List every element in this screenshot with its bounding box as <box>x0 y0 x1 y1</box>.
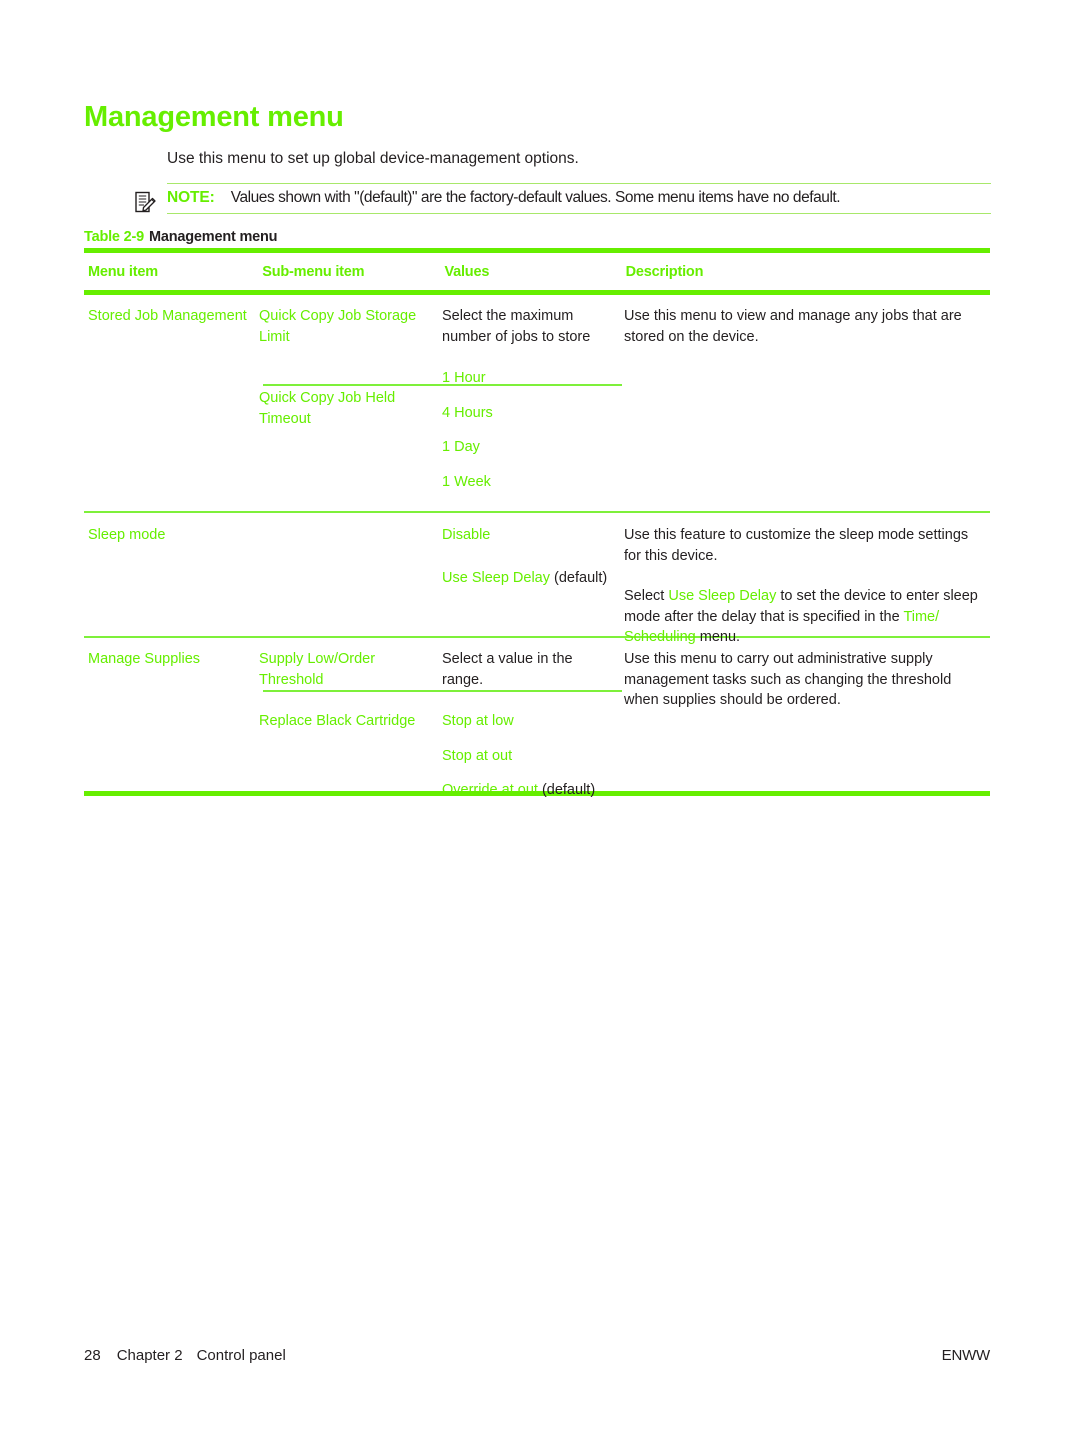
cell-menu-item: Stored Job Management <box>88 308 247 324</box>
value-text: Select a value in the range. <box>442 651 573 688</box>
description-paragraph: Use this feature to customize the sleep … <box>624 527 969 564</box>
value-text: Override at out <box>442 782 538 798</box>
cell-sub-menu-item-group <box>259 525 442 648</box>
sub-menu-item: Supply Low/Order Threshold <box>259 651 376 688</box>
table-row: Sleep mode Disable Use Sleep Delay (defa… <box>84 513 990 645</box>
cell-description: Use this feature to customize the sleep … <box>624 525 990 648</box>
column-header-values: Values <box>444 264 490 280</box>
value-text-group: Override at out (default) <box>442 780 614 801</box>
value-default-suffix: (default) <box>537 782 596 798</box>
value-text: Use Sleep Delay <box>442 569 550 586</box>
table-row: Stored Job Management Quick Copy Job Sto… <box>84 295 990 511</box>
column-header-sub-menu-item: Sub-menu item <box>262 264 365 280</box>
column-header-description: Description <box>625 264 704 280</box>
page-footer: 28 Chapter 2 Control panel ENWW <box>84 1347 990 1364</box>
management-menu-table: Menu item Sub-menu item Values Descripti… <box>84 248 990 798</box>
description-text: Select <box>624 588 669 604</box>
cell-sub-menu-item-group: Supply Low/Order Threshold Replace Black… <box>259 649 442 801</box>
intro-paragraph: Use this menu to set up global device-ma… <box>167 150 579 167</box>
sub-row-rule <box>263 384 622 386</box>
sub-menu-item: Replace Black Cartridge <box>259 713 416 729</box>
cell-menu-item: Sleep mode <box>88 527 166 543</box>
table-header-row: Menu item Sub-menu item Values Descripti… <box>84 253 990 290</box>
note-label: NOTE: <box>167 189 215 206</box>
cell-description: Use this menu to carry out administrativ… <box>624 651 952 708</box>
value-text: 4 Hours <box>442 404 493 421</box>
table-row: Manage Supplies Supply Low/Order Thresho… <box>84 638 990 798</box>
footer-right-label: ENWW <box>941 1347 991 1364</box>
note-admonition: NOTE: Values shown with "(default)" are … <box>135 183 991 214</box>
description-link-text: Use Sleep Delay <box>668 588 777 604</box>
value-text: Stop at out <box>442 747 513 764</box>
note-pencil-icon <box>134 191 156 215</box>
cell-description: Use this menu to view and manage any job… <box>624 308 962 345</box>
column-header-menu-item: Menu item <box>88 264 158 280</box>
table-caption-number: Table 2-9 <box>84 229 144 245</box>
table-caption: Table 2-9 Management menu <box>84 229 278 245</box>
table-caption-title: Management menu <box>148 229 278 245</box>
footer-chapter-title: Control panel <box>196 1347 286 1364</box>
page-title: Management menu <box>84 101 344 133</box>
cell-values-group: Select a value in the range. Stop at low… <box>442 649 624 801</box>
footer-left: 28 Chapter 2 Control panel <box>84 1347 286 1364</box>
cell-values-group: Disable Use Sleep Delay (default) <box>442 525 624 648</box>
cell-menu-item: Manage Supplies <box>88 651 201 667</box>
value-text: Select the maximum number of jobs to sto… <box>442 308 591 345</box>
value-text: 1 Day <box>442 439 480 455</box>
document-page: Management menu Use this menu to set up … <box>0 0 1080 1437</box>
value-default-suffix: (default) <box>550 569 608 586</box>
value-text: Stop at low <box>442 713 514 729</box>
sub-menu-item: Quick Copy Job Storage Limit <box>259 308 417 345</box>
note-text: Values shown with "(default)" are the fa… <box>230 189 841 206</box>
footer-page-number: 28 <box>84 1347 101 1364</box>
cell-values-group: Select the maximum number of jobs to sto… <box>442 306 624 492</box>
sub-row-rule <box>263 690 622 692</box>
value-text-group: Use Sleep Delay (default) <box>442 568 614 589</box>
sub-menu-item: Quick Copy Job Held Timeout <box>259 390 396 427</box>
cell-sub-menu-item-group: Quick Copy Job Storage Limit Quick Copy … <box>259 306 442 492</box>
footer-chapter: Chapter 2 <box>116 1347 183 1364</box>
value-text: Disable <box>442 527 491 543</box>
value-text: 1 Week <box>442 473 491 490</box>
